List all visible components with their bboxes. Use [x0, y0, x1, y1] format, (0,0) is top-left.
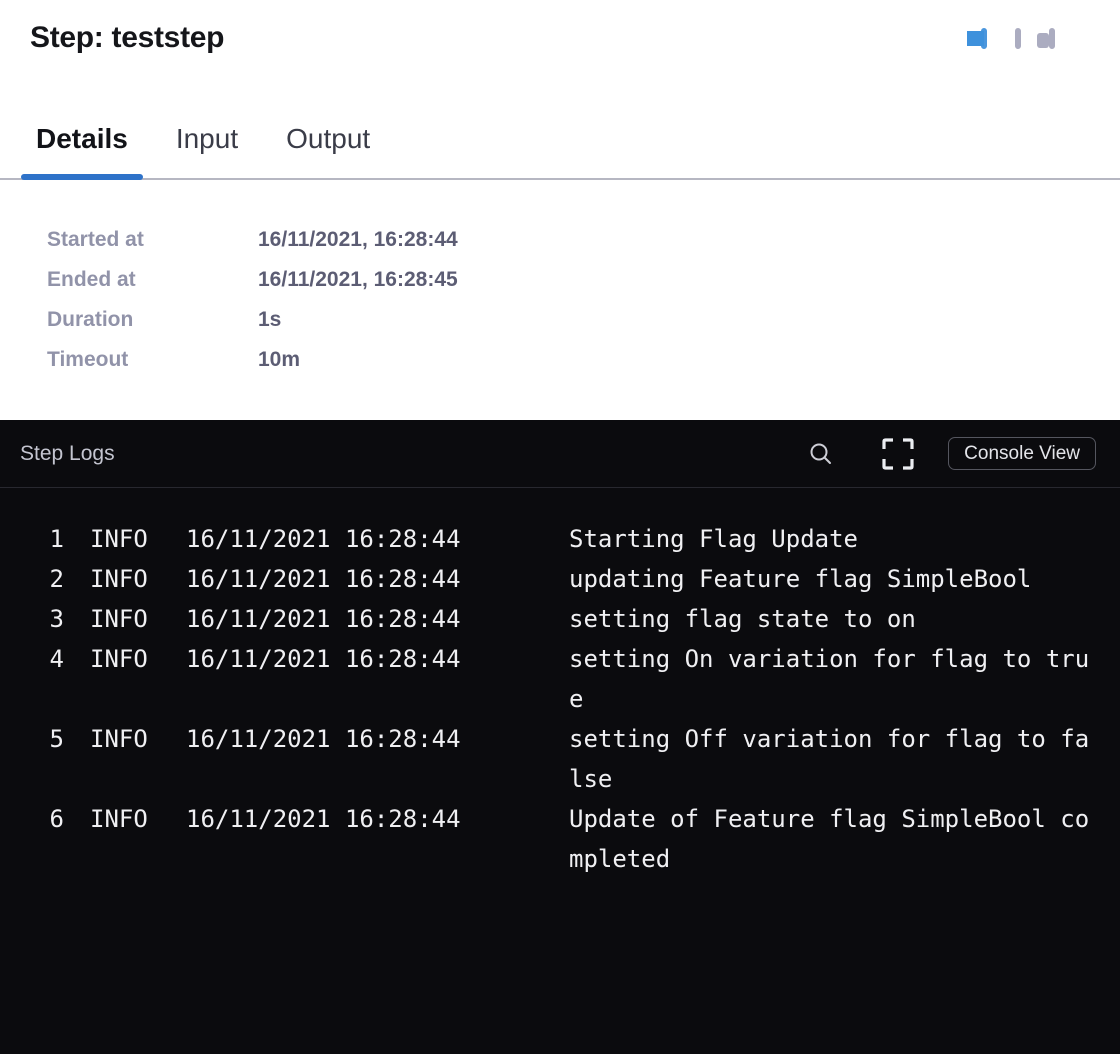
- page-title: Step: teststep: [30, 20, 224, 56]
- tab-input[interactable]: Input: [176, 119, 238, 178]
- detail-label: Duration: [47, 300, 258, 340]
- step-logs-body: 1 INFO 16/11/2021 16:28:44 Starting Flag…: [0, 488, 1120, 879]
- step-logs-header: Step Logs Consol: [0, 420, 1120, 488]
- log-line-number: 2: [20, 559, 64, 599]
- log-line-number: 1: [20, 519, 64, 559]
- tab-bar: Details Input Output: [0, 119, 1120, 180]
- window-controls: [981, 31, 1083, 46]
- log-row: 3 INFO 16/11/2021 16:28:44 setting flag …: [20, 599, 1096, 639]
- step-detail-panel: Step: teststep Details Input Output: [0, 0, 1120, 1054]
- log-level: INFO: [64, 559, 186, 599]
- split-view-icon[interactable]: [981, 31, 987, 46]
- floating-panel-icon[interactable]: [1049, 31, 1055, 46]
- log-row: 4 INFO 16/11/2021 16:28:44 setting On va…: [20, 639, 1096, 719]
- log-level: INFO: [64, 719, 186, 759]
- tab-details[interactable]: Details: [36, 119, 128, 178]
- log-timestamp: 16/11/2021 16:28:44: [186, 599, 569, 639]
- log-timestamp: 16/11/2021 16:28:44: [186, 639, 569, 679]
- log-level: INFO: [64, 599, 186, 639]
- log-timestamp: 16/11/2021 16:28:44: [186, 519, 569, 559]
- detail-value: 16/11/2021, 16:28:44: [258, 220, 1120, 260]
- console-view-button[interactable]: Console View: [948, 437, 1096, 470]
- titlebar: Step: teststep: [0, 0, 1120, 56]
- tab-output[interactable]: Output: [286, 119, 370, 178]
- log-row: 6 INFO 16/11/2021 16:28:44 Update of Fea…: [20, 799, 1096, 879]
- console-view-button-label: Console View: [964, 443, 1080, 465]
- log-line-number: 5: [20, 719, 64, 759]
- log-message: Update of Feature flag SimpleBool comple…: [569, 799, 1095, 879]
- floating-panel-icon-shape: [1049, 28, 1055, 49]
- log-line-number: 4: [20, 639, 64, 679]
- detail-label: Started at: [47, 220, 258, 260]
- detail-label: Ended at: [47, 260, 258, 300]
- detail-label: Timeout: [47, 340, 258, 380]
- detail-row-started-at: Started at 16/11/2021, 16:28:44: [47, 220, 1120, 260]
- step-logs-panel: Step Logs Consol: [0, 420, 1120, 1054]
- bottom-panel-icon-shape: [1015, 28, 1021, 49]
- step-logs-title: Step Logs: [20, 442, 808, 466]
- log-row: 5 INFO 16/11/2021 16:28:44 setting Off v…: [20, 719, 1096, 799]
- log-level: INFO: [64, 519, 186, 559]
- log-line-number: 6: [20, 799, 64, 839]
- log-timestamp: 16/11/2021 16:28:44: [186, 719, 569, 759]
- log-message: Starting Flag Update: [569, 519, 1095, 559]
- details-section: Started at 16/11/2021, 16:28:44 Ended at…: [0, 180, 1120, 420]
- log-timestamp: 16/11/2021 16:28:44: [186, 799, 569, 839]
- log-message: setting On variation for flag to true: [569, 639, 1095, 719]
- detail-value: 16/11/2021, 16:28:45: [258, 260, 1120, 300]
- log-level: INFO: [64, 799, 186, 839]
- log-row: 1 INFO 16/11/2021 16:28:44 Starting Flag…: [20, 519, 1096, 559]
- tab-input-label: Input: [176, 123, 238, 154]
- detail-value: 10m: [258, 340, 1120, 380]
- log-line-number: 3: [20, 599, 64, 639]
- search-icon-glyph: [808, 441, 834, 467]
- expand-icon-glyph: [881, 437, 915, 471]
- log-message: updating Feature flag SimpleBool: [569, 559, 1095, 599]
- detail-row-timeout: Timeout 10m: [47, 340, 1120, 380]
- detail-row-duration: Duration 1s: [47, 300, 1120, 340]
- bottom-panel-icon[interactable]: [1015, 31, 1021, 46]
- active-tab-underline: [21, 174, 143, 180]
- step-logs-actions: Console View: [808, 437, 1096, 471]
- log-message: setting Off variation for flag to false: [569, 719, 1095, 799]
- expand-icon[interactable]: [881, 437, 915, 471]
- log-message: setting flag state to on: [569, 599, 1095, 639]
- log-level: INFO: [64, 639, 186, 679]
- detail-value: 1s: [258, 300, 1120, 340]
- detail-row-ended-at: Ended at 16/11/2021, 16:28:45: [47, 260, 1120, 300]
- tab-details-label: Details: [36, 123, 128, 154]
- tab-output-label: Output: [286, 123, 370, 154]
- log-timestamp: 16/11/2021 16:28:44: [186, 559, 569, 599]
- search-icon[interactable]: [808, 441, 834, 467]
- log-row: 2 INFO 16/11/2021 16:28:44 updating Feat…: [20, 559, 1096, 599]
- split-view-icon-shape: [981, 28, 987, 49]
